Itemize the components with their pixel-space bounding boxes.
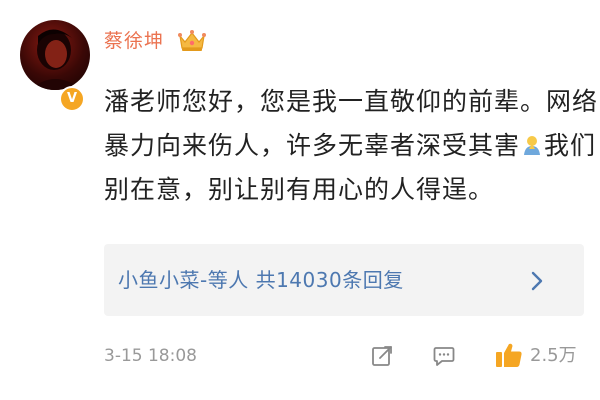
- author-name[interactable]: 蔡徐坤: [104, 28, 164, 54]
- verified-badge: V: [59, 86, 85, 112]
- comment-line-2-text: 暴力向来伤人，许多无辜者深受其害: [104, 131, 521, 160]
- timestamp: 3-15 18:08: [104, 346, 197, 366]
- comment-line-1: 潘老师您好，您是我一直敬仰的前辈。网络: [104, 87, 599, 116]
- comment-line-2-suffix: 我们: [544, 131, 597, 160]
- comment-icon[interactable]: [432, 344, 456, 368]
- comment-text: 潘老师您好，您是我一直敬仰的前辈。网络 暴力向来伤人，许多无辜者深受其害 我们 …: [104, 80, 599, 212]
- like-count: 2.5万: [530, 345, 577, 366]
- avatar-portrait: [30, 29, 82, 90]
- crown-icon: [178, 30, 206, 51]
- share-icon[interactable]: [370, 344, 394, 368]
- replies-box[interactable]: 小鱼小菜-等人 共14030条回复: [104, 244, 584, 316]
- praying-hands-icon: [524, 136, 541, 155]
- replies-summary[interactable]: 小鱼小菜-等人 共14030条回复: [118, 266, 404, 294]
- avatar[interactable]: [20, 20, 90, 90]
- chevron-right-icon: [531, 271, 543, 291]
- comment-line-2: 暴力向来伤人，许多无辜者深受其害 我们: [104, 124, 595, 168]
- like-icon[interactable]: [494, 340, 524, 370]
- comment-card: V 蔡徐坤 潘老师您好，您是我一直敬仰的前辈。网络 暴力向来伤人，许多无辜者深受…: [0, 0, 600, 400]
- comment-line-3: 别在意，别让别有用心的人得逞。: [104, 175, 495, 204]
